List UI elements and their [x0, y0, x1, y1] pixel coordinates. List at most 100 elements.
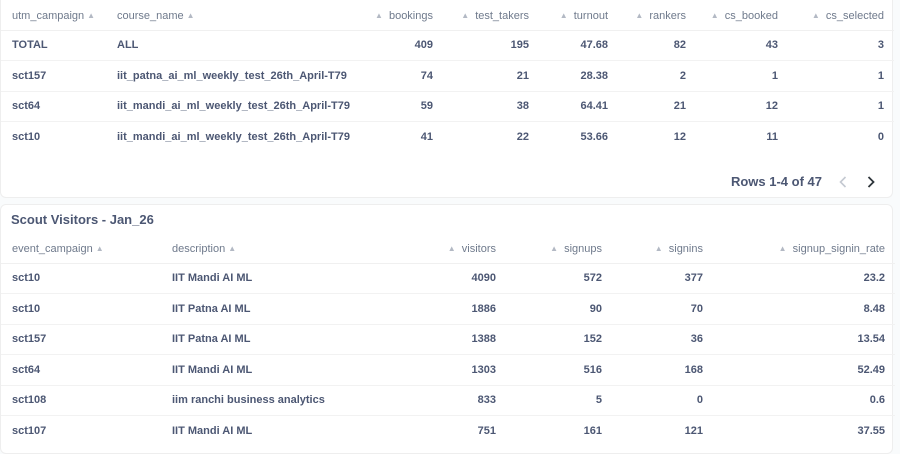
table-header-row: utm_campaign ▲ course_name ▲ ▲ bookings ▲ tes…: [1, 2, 894, 31]
column-header-event-campaign[interactable]: event_campaign ▲: [1, 235, 170, 264]
column-header-label: turnout: [573, 9, 608, 22]
table-body: sct10 IIT Mandi AI ML 4090 572 377 23.2 sct10 I…: [1, 263, 895, 446]
sort-up-icon[interactable]: ▲: [228, 244, 236, 253]
column-header-cs-selected[interactable]: ▲ cs_selected: [788, 2, 894, 31]
cell-signins: 0: [612, 385, 713, 416]
column-header-course-name[interactable]: course_name ▲: [115, 2, 365, 31]
cell-cs-selected: 0: [877, 131, 884, 143]
cell-bookings: 74: [365, 60, 443, 92]
cell-course-name: ALL: [115, 30, 365, 61]
cell-test-takers: 21: [443, 60, 539, 92]
cell-signup-signin-rate: 0.6: [713, 385, 895, 416]
table-row[interactable]: sct10 IIT Patna AI ML 1886 90 70 8.48: [1, 293, 895, 325]
column-header-label: course_name: [117, 9, 184, 22]
table-header-row: event_campaign ▲ description ▲ ▲ visitors ▲ s…: [1, 235, 895, 264]
table-row[interactable]: sct10 IIT Mandi AI ML 4090 572 377 23.2: [1, 263, 895, 294]
cell-rankers: 21: [618, 91, 696, 122]
column-header-utm-campaign[interactable]: utm_campaign ▲: [1, 2, 115, 31]
scout-visitors-card: Scout Visitors - Jan_26 event_campaign ▲ d…: [0, 204, 895, 454]
table-row[interactable]: TOTAL ALL 409 195 47.68 82 43 3: [1, 30, 894, 61]
cell-signup-signin-rate: 23.2: [713, 263, 895, 294]
cell-test-takers: 22: [516, 131, 529, 143]
table-row[interactable]: sct107 IIT Mandi AI ML 751 161 121 37.55: [1, 416, 895, 447]
table-row[interactable]: sct10 iit_mandi_ai_ml_weekly_test_26th_Ap…: [1, 122, 894, 153]
cell-course-name: iit_mandi_ai_ml_weekly_test_26th_April-T…: [115, 91, 365, 122]
cell-turnout: 28.38: [539, 60, 618, 92]
column-header-signins[interactable]: ▲ signins: [612, 235, 713, 264]
cell-description: iim ranchi business analytics: [170, 385, 392, 416]
chevron-left-icon: [839, 175, 847, 188]
column-header-bookings[interactable]: ▲ bookings: [365, 2, 443, 31]
sort-up-icon[interactable]: ▲: [461, 11, 469, 20]
sort-up-icon[interactable]: ▲: [655, 244, 663, 253]
chevron-right-icon: [867, 175, 875, 188]
sort-up-icon[interactable]: ▲: [635, 11, 643, 20]
cell-rankers: 2: [618, 60, 696, 92]
cell-cs-selected: 3: [788, 30, 894, 61]
previous-page-button[interactable]: [836, 175, 850, 189]
column-header-label: rankers: [649, 9, 686, 22]
column-header-cs-booked[interactable]: ▲ cs_booked: [696, 2, 788, 31]
sort-up-icon[interactable]: ▲: [187, 11, 195, 20]
cell-cs-booked: 11: [766, 131, 778, 143]
sort-up-icon[interactable]: ▲: [812, 11, 820, 20]
results-card: utm_campaign ▲ course_name ▲ ▲ bookings ▲ tes…: [0, 0, 894, 198]
cell-turnout: 53.66: [580, 131, 608, 143]
cell-signins: 36: [612, 324, 713, 355]
cell-signins: 70: [612, 293, 713, 325]
cell-visitors: 751: [477, 425, 496, 437]
sort-up-icon[interactable]: ▲: [550, 244, 558, 253]
column-header-label: utm_campaign: [12, 9, 85, 22]
table-row[interactable]: sct108 iim ranchi business analytics 833 5 0…: [1, 385, 895, 416]
cell-turnout: 64.41: [539, 91, 618, 122]
cell-cs-selected: 1: [788, 91, 894, 122]
cell-visitors: 833: [392, 385, 506, 416]
column-header-turnout[interactable]: ▲ turnout: [539, 2, 618, 31]
column-header-rankers[interactable]: ▲ rankers: [618, 2, 696, 31]
cell-bookings: 41: [420, 131, 433, 143]
table-row[interactable]: sct157 IIT Patna AI ML 1388 152 36 13.54: [1, 324, 895, 355]
next-page-button[interactable]: [864, 175, 878, 189]
sort-up-icon[interactable]: ▲: [87, 11, 95, 20]
cell-visitors: 1388: [392, 324, 506, 355]
cell-test-takers: 38: [443, 91, 539, 122]
column-header-test-takers[interactable]: ▲ test_takers: [443, 2, 539, 31]
cell-visitors: 1886: [392, 293, 506, 325]
sort-up-icon[interactable]: ▲: [711, 11, 719, 20]
column-header-signups[interactable]: ▲ signups: [506, 235, 612, 264]
cell-rankers: 82: [618, 30, 696, 61]
sort-up-icon[interactable]: ▲: [560, 11, 568, 20]
cell-description: IIT Patna AI ML: [170, 324, 392, 355]
column-header-signup-signin-rate[interactable]: ▲ signup_signin_rate: [713, 235, 895, 264]
cell-course-name: iit_mandi_ai_ml_weekly_test_26th_April-T…: [117, 131, 350, 143]
column-header-label: cs_selected: [825, 9, 884, 22]
cell-bookings: 409: [365, 30, 443, 61]
cell-signins: 121: [684, 425, 703, 437]
sort-up-icon[interactable]: ▲: [375, 11, 383, 20]
cell-course-name: iit_patna_ai_ml_weekly_test_26th_April-T…: [115, 60, 365, 92]
cell-utm-campaign: sct64: [1, 91, 115, 122]
cell-test-takers: 195: [443, 30, 539, 61]
cell-cs-booked: 43: [696, 30, 788, 61]
cell-event-campaign: sct157: [1, 324, 170, 355]
cell-utm-campaign: sct10: [12, 131, 41, 143]
pagination-label: Rows 1-4 of 47: [730, 174, 822, 189]
sort-up-icon[interactable]: ▲: [779, 244, 787, 253]
pagination: Rows 1-4 of 47: [731, 174, 878, 189]
sort-up-icon[interactable]: ▲: [448, 244, 456, 253]
table-row[interactable]: sct157 iit_patna_ai_ml_weekly_test_26th_A…: [1, 60, 894, 92]
column-header-visitors[interactable]: ▲ visitors: [392, 235, 506, 264]
table-row[interactable]: sct64 iit_mandi_ai_ml_weekly_test_26th_Ap…: [1, 91, 894, 122]
cell-cs-booked: 12: [696, 91, 788, 122]
column-header-label: cs_booked: [724, 9, 778, 22]
cell-event-campaign: sct108: [1, 385, 170, 416]
cell-signup-signin-rate: 13.54: [713, 324, 895, 355]
column-header-description[interactable]: description ▲: [170, 235, 392, 264]
results-table: utm_campaign ▲ course_name ▲ ▲ bookings ▲ tes…: [1, 2, 894, 152]
column-header-label: signup_signin_rate: [792, 242, 885, 255]
cell-signups: 572: [506, 263, 612, 294]
sort-up-icon[interactable]: ▲: [96, 244, 104, 253]
column-header-label: event_campaign: [12, 242, 93, 255]
table-row[interactable]: sct64 IIT Mandi AI ML 1303 516 168 52.49: [1, 354, 895, 386]
cell-signups: 5: [506, 385, 612, 416]
